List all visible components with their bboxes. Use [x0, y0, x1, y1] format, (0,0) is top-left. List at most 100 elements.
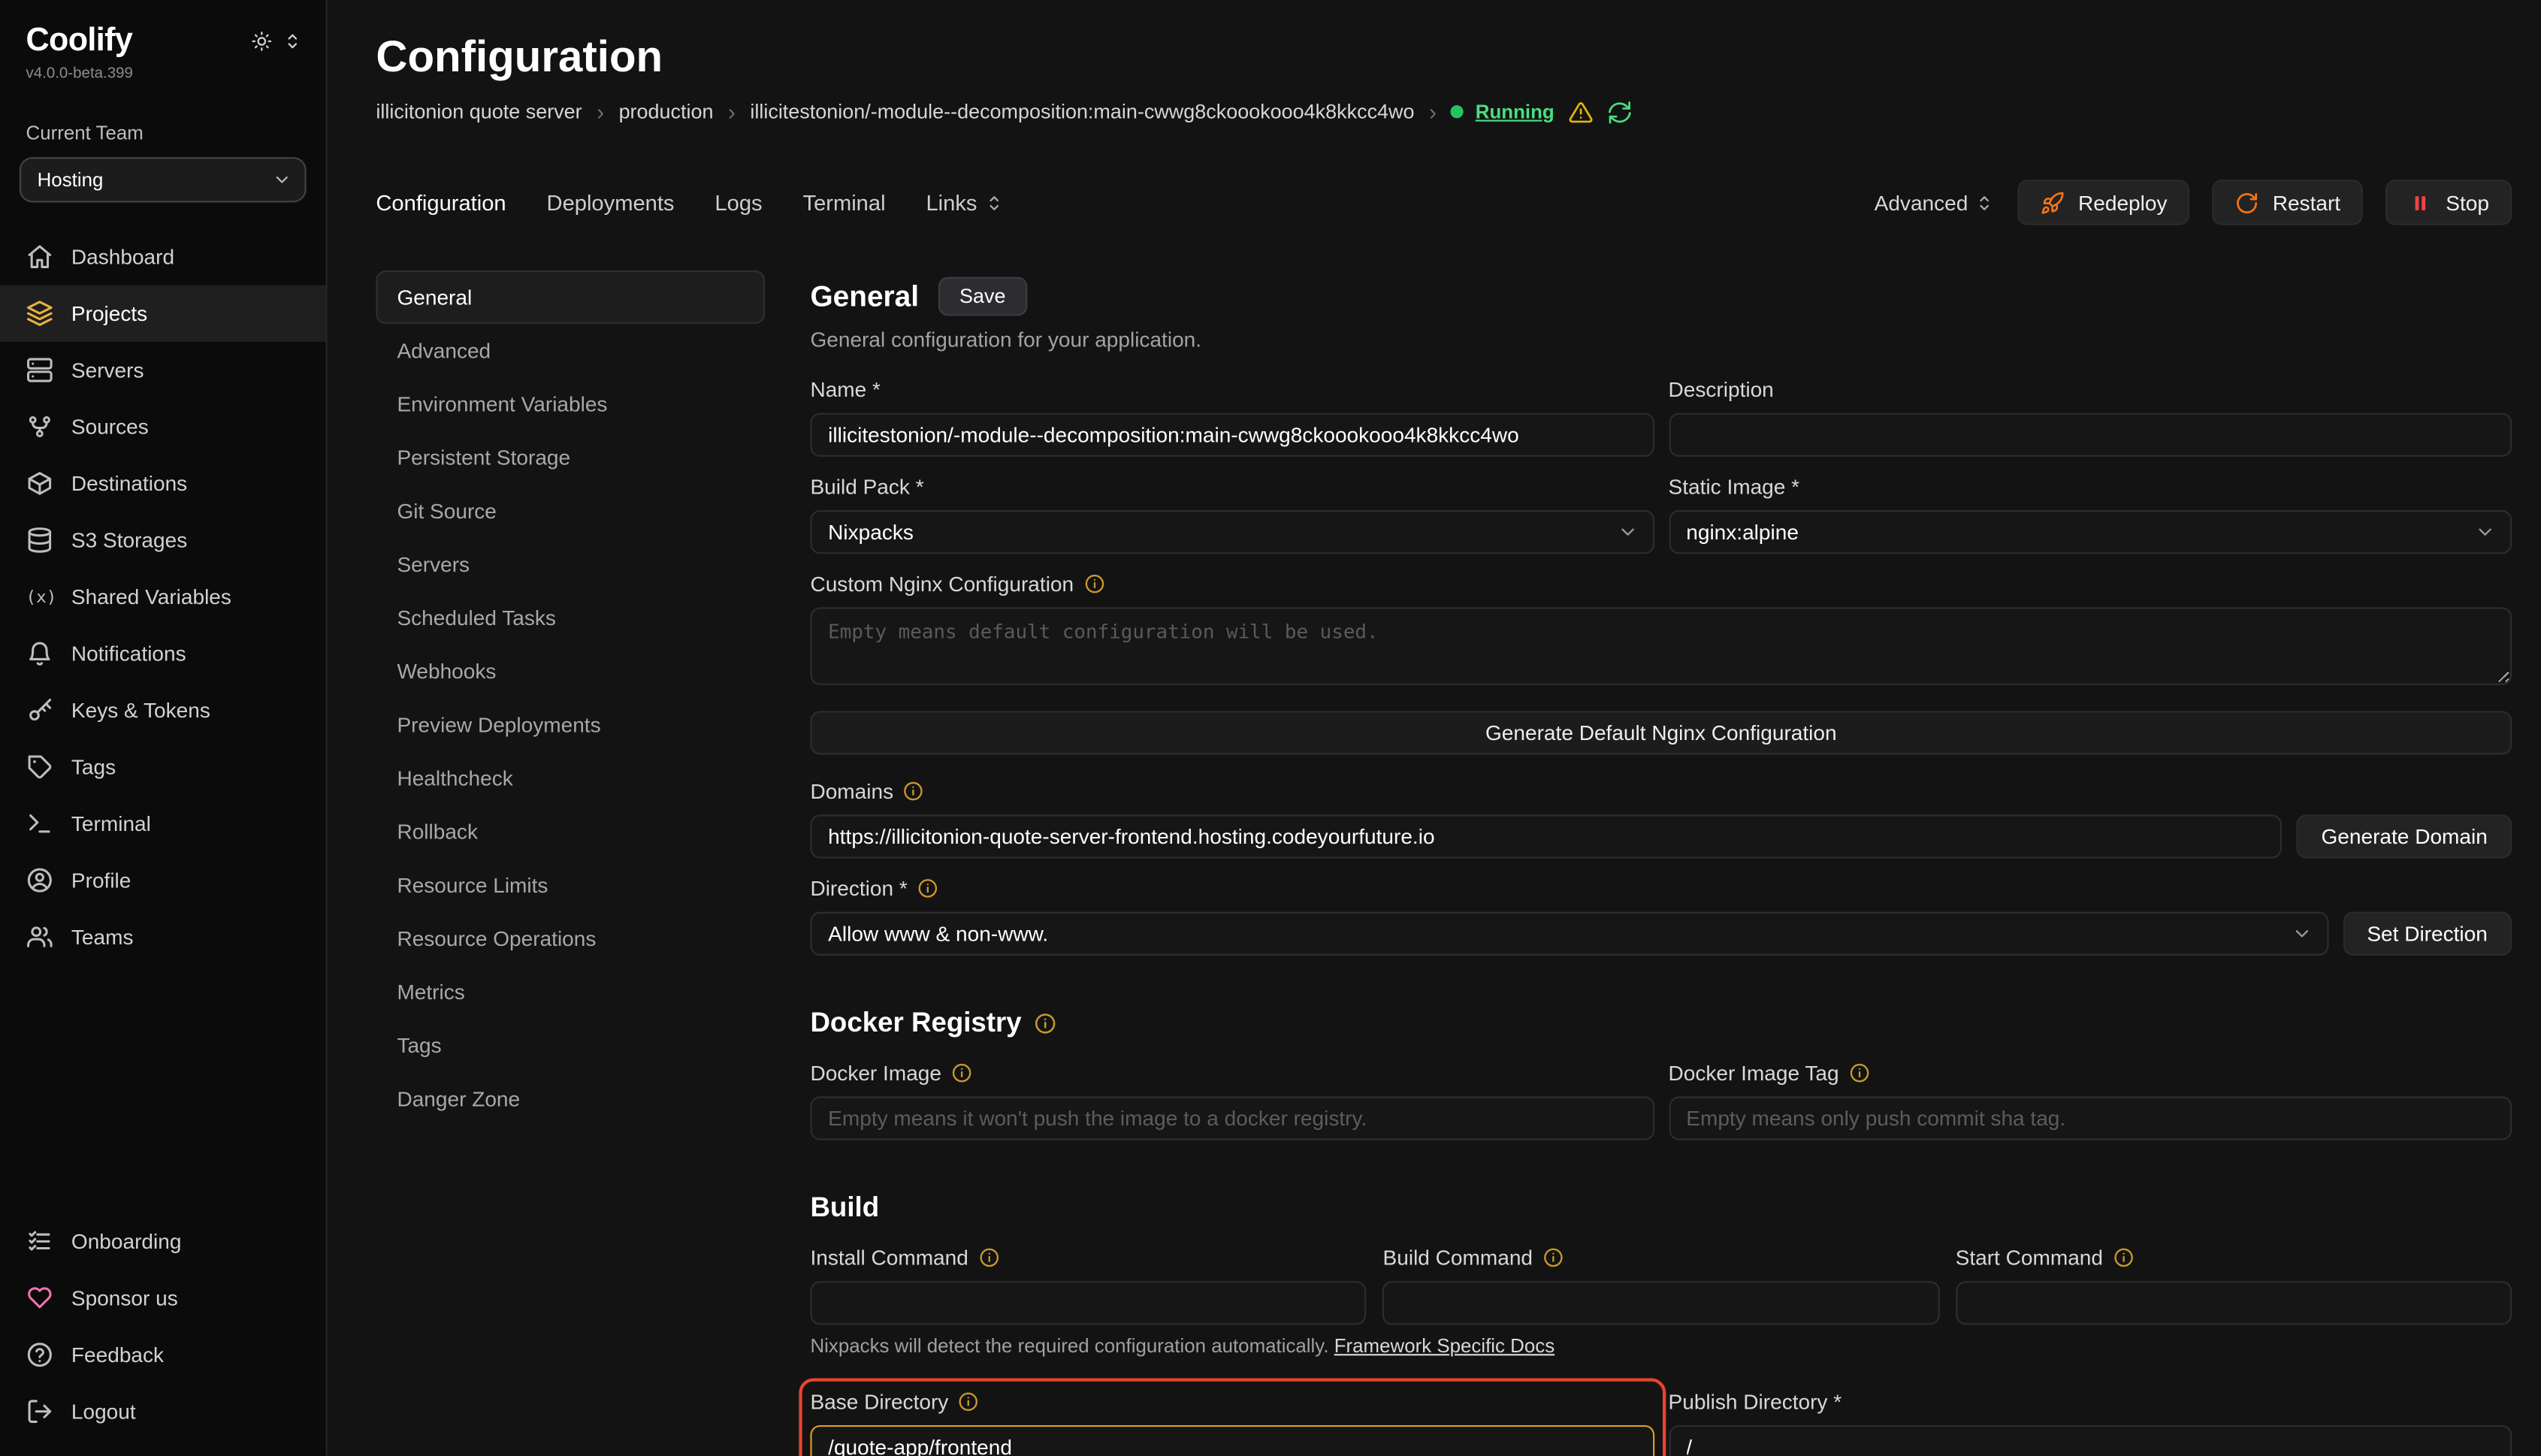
subnav-item-scheduled-tasks[interactable]: Scheduled Tasks [376, 591, 765, 645]
build-command-input[interactable] [1383, 1281, 1940, 1325]
sidebar-item-notifications[interactable]: Notifications [0, 625, 326, 681]
restart-button[interactable]: Restart [2213, 180, 2363, 225]
domains-label: Domains [810, 779, 2512, 803]
warning-icon[interactable] [1569, 100, 1593, 124]
redeploy-button[interactable]: Redeploy [2018, 180, 2189, 225]
current-team-label: Current Team [0, 122, 326, 144]
notifications-icon [26, 640, 54, 668]
docker-image-label: Docker Image [810, 1061, 1654, 1085]
sidebar-item-servers[interactable]: Servers [0, 342, 326, 398]
subnav-item-tags[interactable]: Tags [376, 1019, 765, 1072]
publish-directory-input[interactable] [1669, 1425, 2512, 1456]
chevron-down-icon [1617, 521, 1638, 542]
base-directory-label: Base Directory [810, 1390, 1654, 1414]
info-icon [978, 1247, 999, 1268]
app-logo: Coolify [26, 23, 133, 60]
stop-button[interactable]: Stop [2385, 180, 2512, 225]
app-window: Coolify v4.0.0-beta.399 Current Team Hos… [0, 0, 2541, 1456]
tab-links[interactable]: Links [926, 190, 1005, 214]
chevrons-up-down-icon[interactable] [282, 31, 303, 52]
domains-input[interactable] [810, 814, 2282, 858]
tab-terminal[interactable]: Terminal [803, 190, 886, 214]
subnav-item-advanced[interactable]: Advanced [376, 324, 765, 377]
advanced-dropdown[interactable]: Advanced [1875, 190, 1996, 214]
sidebar-item-destinations[interactable]: Destinations [0, 455, 326, 512]
subnav-item-metrics[interactable]: Metrics [376, 965, 765, 1019]
rocket-icon [2041, 190, 2065, 214]
refresh-status-icon[interactable] [1608, 100, 1632, 124]
info-icon [2113, 1247, 2134, 1268]
install-command-label: Install Command [810, 1246, 1367, 1270]
subnav-item-environment-variables[interactable]: Environment Variables [376, 377, 765, 430]
team-select[interactable]: Hosting [20, 157, 307, 202]
docker-image-tag-input[interactable] [1669, 1096, 2512, 1140]
page-title: Configuration [376, 32, 2512, 83]
sidebar-item-projects[interactable]: Projects [0, 285, 326, 341]
subnav-item-general[interactable]: General [376, 270, 765, 324]
custom-nginx-textarea[interactable] [810, 607, 2512, 684]
sidebar-item-sources[interactable]: Sources [0, 398, 326, 455]
subnav-item-webhooks[interactable]: Webhooks [376, 645, 765, 698]
start-command-label: Start Command [1956, 1246, 2512, 1270]
start-command-input[interactable] [1956, 1281, 2512, 1325]
sidebar-item-sponsor-us[interactable]: Sponsor us [0, 1270, 326, 1326]
tab-logs[interactable]: Logs [715, 190, 762, 214]
description-input[interactable] [1669, 413, 2512, 457]
framework-docs-link[interactable]: Framework Specific Docs [1334, 1334, 1555, 1357]
subnav-item-servers[interactable]: Servers [376, 538, 765, 591]
sidebar-item-profile[interactable]: Profile [0, 852, 326, 908]
s3-storages-icon [26, 527, 54, 554]
subnav-item-preview-deployments[interactable]: Preview Deployments [376, 698, 765, 751]
sidebar-item-teams[interactable]: Teams [0, 908, 326, 965]
subnav-item-resource-limits[interactable]: Resource Limits [376, 859, 765, 912]
sidebar-item-onboarding[interactable]: Onboarding [0, 1213, 326, 1270]
status-badge: Running [1451, 101, 1554, 123]
breadcrumb: illicitonion quote server › production ›… [376, 98, 2512, 124]
sidebar-item-dashboard[interactable]: Dashboard [0, 228, 326, 285]
build-pack-select[interactable]: Nixpacks [810, 510, 1654, 554]
direction-select[interactable]: Allow www & non-www. [810, 912, 2328, 956]
status-running-link[interactable]: Running [1476, 101, 1555, 123]
sidebar-item-logout[interactable]: Logout [0, 1383, 326, 1439]
base-directory-input[interactable] [810, 1425, 1654, 1456]
theme-toggle-sun-icon[interactable] [251, 31, 272, 52]
subnav-item-resource-operations[interactable]: Resource Operations [376, 912, 765, 965]
sidebar-item-keys-tokens[interactable]: Keys & Tokens [0, 682, 326, 739]
docker-image-input[interactable] [810, 1096, 1654, 1140]
generate-nginx-config-button[interactable]: Generate Default Nginx Configuration [810, 711, 2512, 754]
feedback-icon [26, 1341, 54, 1369]
generate-domain-button[interactable]: Generate Domain [2297, 814, 2512, 858]
breadcrumb-application[interactable]: illicitestonion/-module--decomposition:m… [750, 101, 1414, 123]
sidebar-item-label: Sponsor us [71, 1286, 178, 1310]
name-input[interactable] [810, 413, 1654, 457]
sidebar-item-label: Shared Variables [71, 585, 231, 609]
sidebar-item-shared-variables[interactable]: (x) Shared Variables [0, 569, 326, 625]
tags-icon [26, 753, 54, 781]
static-image-select[interactable]: nginx:alpine [1669, 510, 2512, 554]
sidebar-item-tags[interactable]: Tags [0, 739, 326, 795]
set-direction-button[interactable]: Set Direction [2343, 912, 2512, 956]
install-command-input[interactable] [810, 1281, 1367, 1325]
info-icon [917, 878, 938, 899]
sidebar-item-s3-storages[interactable]: S3 Storages [0, 512, 326, 568]
subnav-item-persistent-storage[interactable]: Persistent Storage [376, 430, 765, 484]
save-button[interactable]: Save [938, 277, 1027, 316]
subnav-item-git-source[interactable]: Git Source [376, 485, 765, 538]
subnav-item-rollback[interactable]: Rollback [376, 805, 765, 858]
tab-configuration[interactable]: Configuration [376, 190, 506, 214]
sidebar-item-terminal[interactable]: Terminal [0, 795, 326, 851]
subnav-item-healthcheck[interactable]: Healthcheck [376, 751, 765, 805]
stop-icon [2409, 190, 2433, 214]
sidebar-footer: Onboarding Sponsor us Feedback Logout [0, 1213, 326, 1440]
info-icon [1083, 573, 1104, 594]
projects-icon [26, 300, 54, 328]
breadcrumb-project[interactable]: illicitonion quote server [376, 101, 582, 123]
publish-directory-label: Publish Directory * [1669, 1390, 2512, 1414]
subnav-item-danger-zone[interactable]: Danger Zone [376, 1072, 765, 1125]
breadcrumb-environment[interactable]: production [619, 101, 714, 123]
destinations-icon [26, 470, 54, 497]
sidebar-item-label: Destinations [71, 471, 187, 495]
tab-deployments[interactable]: Deployments [547, 190, 675, 214]
sidebar-item-feedback[interactable]: Feedback [0, 1327, 326, 1383]
info-icon [951, 1062, 972, 1083]
